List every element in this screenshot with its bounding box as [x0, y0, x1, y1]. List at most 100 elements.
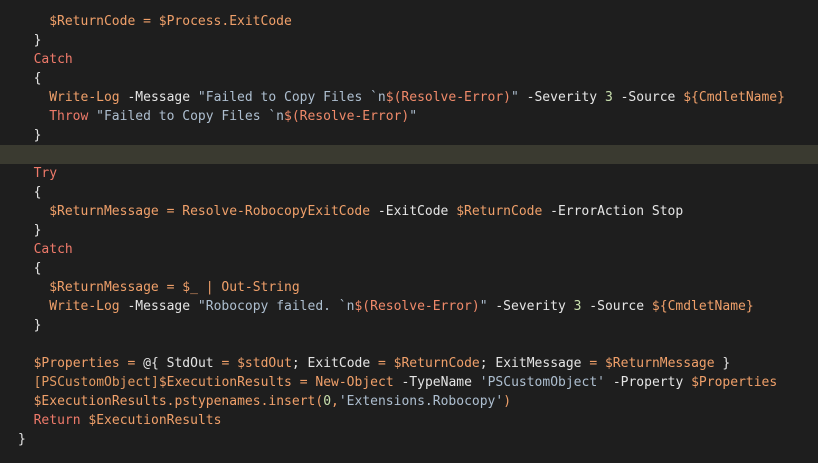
- code-line[interactable]: $Properties = @{ StdOut = $stdOut; ExitC…: [0, 354, 818, 373]
- code-token: $ReturnCode: [456, 204, 543, 219]
- code-token: ; ExitMessage: [479, 356, 590, 371]
- code-token: $ReturnCode: [393, 356, 480, 371]
- code-token: |: [205, 280, 214, 295]
- code-line[interactable]: Catch: [0, 240, 818, 259]
- code-token: }: [33, 223, 42, 238]
- code-line-text: Write-Log -Message "Robocopy failed. `n$…: [0, 297, 753, 316]
- code-line[interactable]: [0, 335, 818, 354]
- code-token: ": [511, 90, 519, 105]
- code-line[interactable]: Write-Log -Message "Failed to Copy Files…: [0, 88, 818, 107]
- code-token: "Robocopy failed. `n: [197, 299, 355, 314]
- code-token: $ReturnMessage: [604, 356, 715, 371]
- code-line-text: $ReturnMessage = Resolve-RobocopyExitCod…: [0, 202, 683, 221]
- code-line[interactable]: $ReturnMessage = Resolve-RobocopyExitCod…: [0, 202, 818, 221]
- code-line-text: {: [0, 183, 42, 202]
- code-token: }: [33, 318, 42, 333]
- code-line[interactable]: [PSCustomObject]$ExecutionResults = New-…: [0, 373, 818, 392]
- code-token: =: [299, 375, 308, 390]
- current-line[interactable]: [0, 145, 818, 164]
- code-token: -TypeName: [401, 375, 472, 390]
- code-token: Return: [33, 413, 81, 428]
- code-line[interactable]: }: [0, 126, 818, 145]
- code-line-text: Throw "Failed to Copy Files `n$(Resolve-…: [0, 107, 417, 126]
- code-line[interactable]: $ReturnCode = $Process.ExitCode: [0, 12, 818, 31]
- code-token: Throw: [49, 109, 89, 124]
- code-line[interactable]: }: [0, 430, 818, 449]
- code-line-text: }: [0, 126, 42, 145]
- code-token: ": [479, 299, 488, 314]
- code-token: Write-Log: [49, 90, 120, 105]
- code-token: -Severity: [495, 299, 566, 314]
- code-editor[interactable]: $ReturnCode = $Process.ExitCode} Catch {Wr…: [0, 0, 818, 463]
- code-token: {: [33, 261, 42, 276]
- code-line[interactable]: Try: [0, 164, 818, 183]
- code-line-text: $ReturnCode = $Process.ExitCode: [0, 12, 292, 31]
- code-line-text: {: [0, 69, 42, 88]
- code-token: $Properties: [33, 356, 120, 371]
- code-line[interactable]: }: [0, 316, 818, 335]
- code-token: $ExecutionResults: [158, 375, 292, 390]
- code-line[interactable]: Throw "Failed to Copy Files `n$(Resolve-…: [0, 107, 818, 126]
- code-token: }: [33, 33, 42, 48]
- code-line-text: $ExecutionResults.pstypenames.insert(0,'…: [0, 392, 511, 411]
- code-line-text: Catch: [0, 50, 73, 69]
- code-line-text: }: [0, 221, 42, 240]
- code-token: $(Resolve-Error): [354, 299, 480, 314]
- code-token: -Property: [612, 375, 684, 390]
- code-token: 0: [323, 394, 332, 409]
- code-token: 'PSCustomObject': [479, 375, 605, 390]
- code-line[interactable]: {: [0, 259, 818, 278]
- code-token: -Severity: [526, 90, 598, 105]
- code-token: =: [143, 14, 151, 29]
- code-token: Resolve-RobocopyExitCode: [182, 204, 371, 219]
- code-token: 3: [604, 90, 613, 105]
- code-line[interactable]: Write-Log -Message "Robocopy failed. `n$…: [0, 297, 818, 316]
- code-token: [PSCustomObject]: [33, 375, 159, 390]
- code-token: -ExitCode: [377, 204, 449, 219]
- code-line[interactable]: Return $ExecutionResults: [0, 411, 818, 430]
- code-token: $ExecutionResults.pstypenames.insert(: [33, 394, 324, 409]
- code-token: }: [714, 356, 731, 371]
- code-line-text: [PSCustomObject]$ExecutionResults = New-…: [0, 373, 778, 392]
- code-token: Catch: [33, 52, 73, 67]
- code-token: }: [33, 128, 42, 143]
- code-token: $ExecutionResults: [88, 413, 222, 428]
- code-line[interactable]: {: [0, 69, 818, 88]
- code-line-text: }: [0, 430, 26, 449]
- code-token: -Source: [620, 90, 676, 105]
- code-line[interactable]: Catch: [0, 50, 818, 69]
- code-token: New-Object: [315, 375, 394, 390]
- code-line[interactable]: $ExecutionResults.pstypenames.insert(0,'…: [0, 392, 818, 411]
- code-token: "Failed to Copy Files `n: [197, 90, 386, 105]
- code-token: Write-Log: [49, 299, 120, 314]
- code-token: {: [33, 185, 42, 200]
- code-line[interactable]: }: [0, 221, 818, 240]
- code-line[interactable]: $ReturnMessage = $_ | Out-String: [0, 278, 818, 297]
- code-token: =: [378, 356, 386, 371]
- code-token: -Source: [589, 299, 645, 314]
- code-token: $_: [182, 280, 198, 295]
- code-line[interactable]: {: [0, 183, 818, 202]
- code-token: $stdOut: [237, 356, 292, 371]
- code-token: $ReturnMessage: [49, 280, 159, 295]
- code-token: ${CmdletName}: [683, 90, 785, 105]
- code-token: $ReturnMessage: [49, 204, 159, 219]
- code-line[interactable]: }: [0, 31, 818, 50]
